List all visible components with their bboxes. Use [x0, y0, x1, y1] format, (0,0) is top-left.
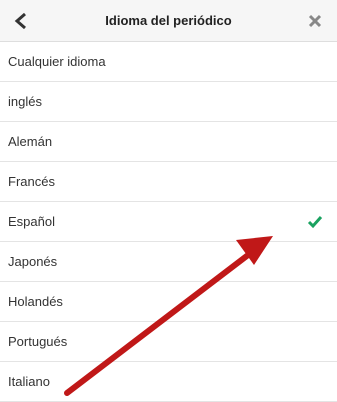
checkmark-icon — [307, 216, 323, 229]
language-item[interactable]: Portugués — [0, 322, 337, 362]
language-label: Italiano — [8, 374, 50, 389]
page-title: Idioma del periódico — [105, 13, 232, 28]
language-item[interactable]: Cualquier idioma — [0, 42, 337, 82]
close-button[interactable] — [305, 11, 325, 31]
language-item[interactable]: Francés — [0, 162, 337, 202]
language-item[interactable]: inglés — [0, 82, 337, 122]
language-label: Holandés — [8, 294, 63, 309]
language-label: Portugués — [8, 334, 68, 349]
language-label: Cualquier idioma — [8, 54, 106, 69]
language-label: Español — [8, 214, 55, 229]
language-label: inglés — [8, 94, 42, 109]
language-item[interactable]: Japonés — [0, 242, 337, 282]
language-label: Japonés — [8, 254, 58, 269]
language-list: Cualquier idioma inglés Alemán Francés E… — [0, 42, 337, 402]
language-item[interactable]: Holandés — [0, 282, 337, 322]
language-item[interactable]: Italiano — [0, 362, 337, 402]
language-label: Alemán — [8, 134, 53, 149]
language-item[interactable]: Alemán — [0, 122, 337, 162]
language-item-selected[interactable]: Español — [0, 202, 337, 242]
language-label: Francés — [8, 174, 55, 189]
close-icon — [308, 14, 322, 28]
header-bar: Idioma del periódico — [0, 0, 337, 42]
